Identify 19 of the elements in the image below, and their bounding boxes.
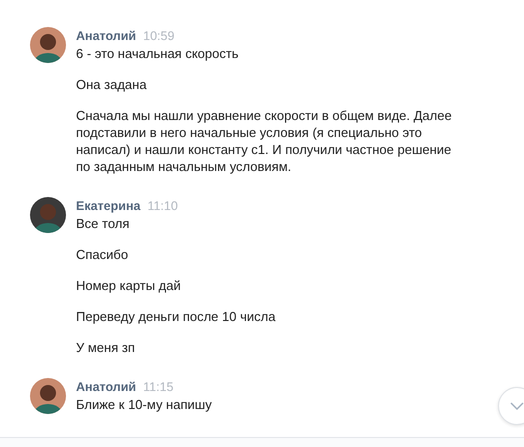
message-time: 11:10 bbox=[147, 198, 178, 215]
author-name[interactable]: Екатерина bbox=[76, 198, 140, 215]
message-time: 10:59 bbox=[143, 28, 174, 45]
author-name[interactable]: Анатолий bbox=[76, 28, 136, 45]
message-text: Спасибо bbox=[76, 246, 130, 263]
message-text: Ближе к 10-му напишу bbox=[76, 396, 213, 413]
message-text: Переведу деньги после 10 числа bbox=[76, 308, 276, 325]
message-time: 11:15 bbox=[143, 379, 174, 396]
message-text: Все толя bbox=[76, 215, 130, 232]
message-text: 6 - это начальная скорость bbox=[76, 45, 240, 62]
avatar[interactable] bbox=[30, 197, 66, 233]
message-text: Она задана bbox=[76, 76, 148, 93]
message-text: Сначала мы нашли уравнение скорости в общем виде. Далее подставили в него начальные условия (я специально это написал) и нашли константу с1. И получили частное решение по заданным начальным условиям. bbox=[76, 107, 453, 175]
chevron-down-icon bbox=[510, 402, 524, 410]
avatar[interactable] bbox=[30, 378, 66, 414]
avatar[interactable] bbox=[30, 27, 66, 63]
message-text: Номер карты дай bbox=[76, 277, 182, 294]
author-name[interactable]: Анатолий bbox=[76, 379, 136, 396]
message-text: У меня зп bbox=[76, 339, 136, 356]
